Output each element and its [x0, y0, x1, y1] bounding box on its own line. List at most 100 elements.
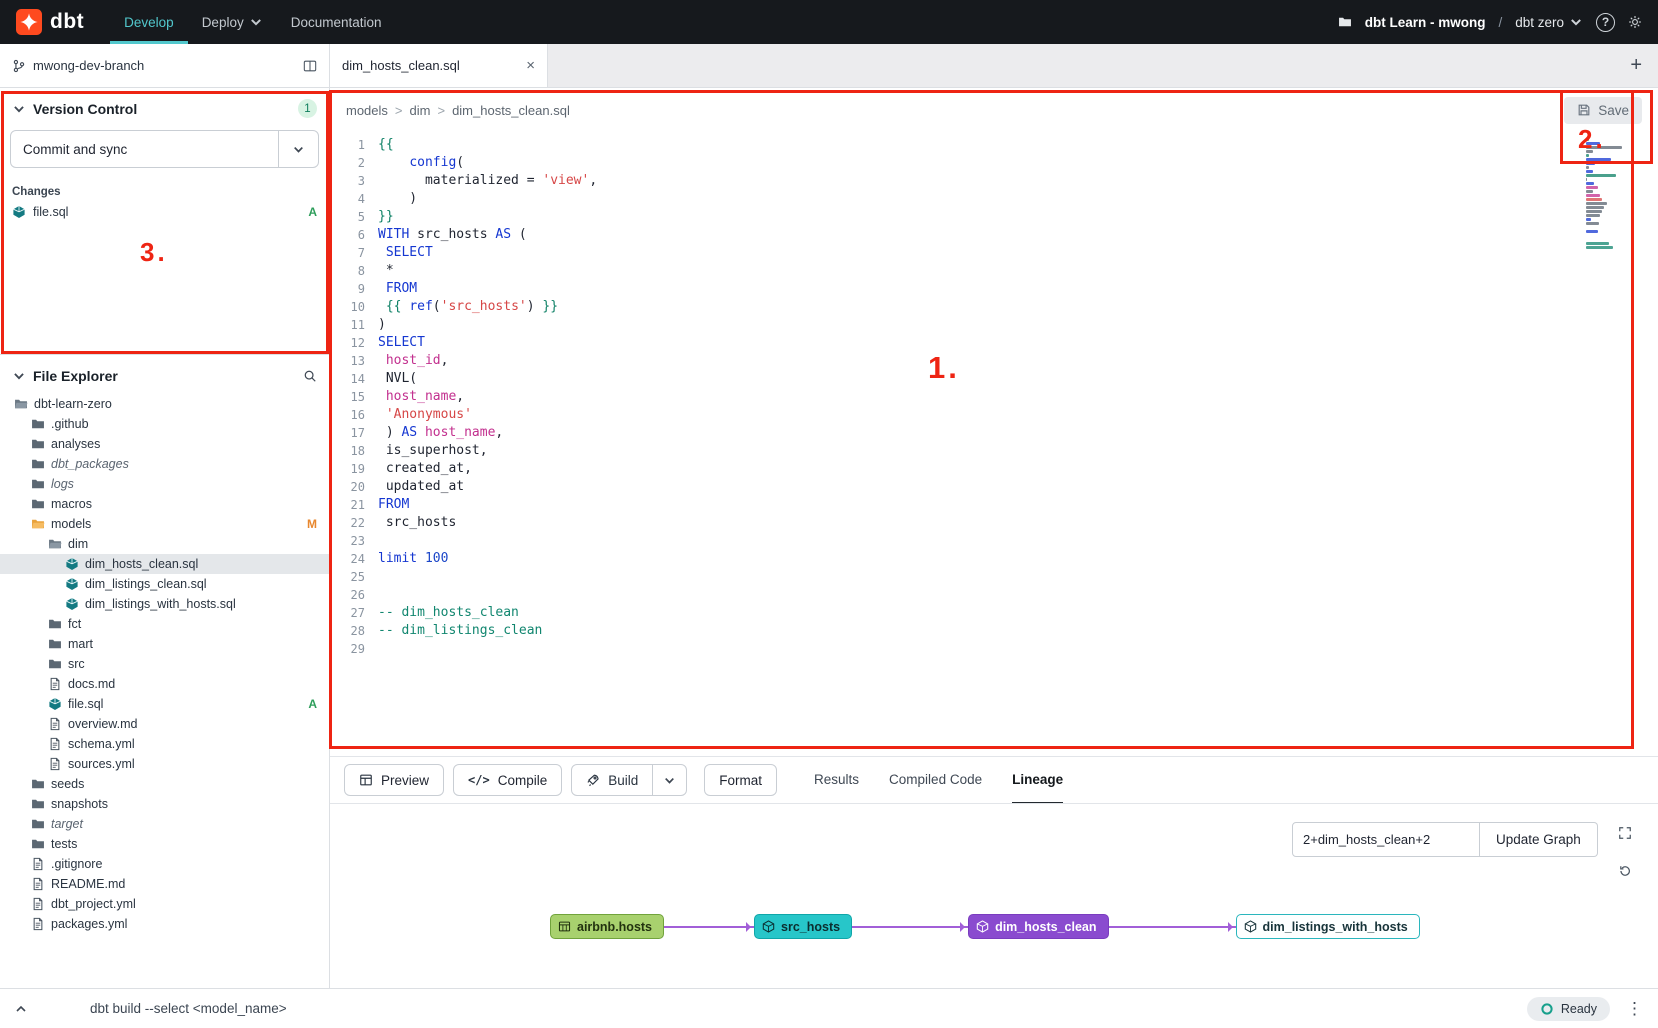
code-line[interactable] — [378, 640, 1658, 658]
preview-button[interactable]: Preview — [344, 764, 444, 796]
fullscreen-icon[interactable] — [1618, 826, 1632, 840]
file-explorer-item-src[interactable]: src — [0, 654, 329, 674]
help-icon[interactable]: ? — [1596, 13, 1615, 32]
file-explorer-item-logs[interactable]: logs — [0, 474, 329, 494]
file-explorer-item-target[interactable]: target — [0, 814, 329, 834]
kebab-menu-icon[interactable]: ⋮ — [1626, 999, 1644, 1019]
compile-button[interactable]: </> Compile — [453, 764, 562, 796]
file-explorer-item-mart[interactable]: mart — [0, 634, 329, 654]
code-line[interactable]: FROM — [378, 280, 1658, 298]
code-line[interactable] — [378, 568, 1658, 586]
code-line[interactable]: {{ — [378, 136, 1658, 154]
code-line[interactable]: SELECT — [378, 334, 1658, 352]
commit-and-sync-button[interactable]: Commit and sync — [10, 130, 319, 168]
lineage-selector-input[interactable]: 2+dim_hosts_clean+2 — [1292, 822, 1480, 857]
chevron-up-icon[interactable] — [14, 1002, 28, 1016]
file-explorer-item-models[interactable]: modelsM — [0, 514, 329, 534]
code-line[interactable]: SELECT — [378, 244, 1658, 262]
split-editor-icon[interactable] — [303, 59, 317, 73]
file-explorer-header[interactable]: File Explorer — [0, 355, 329, 390]
minimap[interactable] — [1586, 138, 1636, 253]
changed-file-row[interactable]: file.sql A — [0, 202, 329, 222]
nav-develop[interactable]: Develop — [110, 0, 188, 44]
file-explorer-item-tests[interactable]: tests — [0, 834, 329, 854]
code-content[interactable]: {{ config( materialized = 'view', )}}WIT… — [378, 136, 1658, 756]
code-line[interactable]: }} — [378, 208, 1658, 226]
format-button[interactable]: Format — [704, 764, 777, 796]
file-explorer-item-fct[interactable]: fct — [0, 614, 329, 634]
nav-documentation[interactable]: Documentation — [277, 0, 396, 44]
build-button[interactable]: Build — [572, 765, 652, 795]
file-explorer-item-dim[interactable]: dim — [0, 534, 329, 554]
tab-compiled-code[interactable]: Compiled Code — [889, 757, 982, 804]
file-explorer-item-snapshots[interactable]: snapshots — [0, 794, 329, 814]
code-line[interactable] — [378, 532, 1658, 550]
code-line[interactable]: ) — [378, 316, 1658, 334]
new-tab-icon[interactable]: + — [1614, 54, 1658, 77]
command-input[interactable]: dbt build --select <model_name> — [90, 1001, 287, 1016]
lineage-node-airbnb.hosts[interactable]: airbnb.hosts — [550, 914, 664, 939]
code-line[interactable]: 'Anonymous' — [378, 406, 1658, 424]
code-line[interactable]: ) AS host_name, — [378, 424, 1658, 442]
code-line[interactable]: FROM — [378, 496, 1658, 514]
code-line[interactable]: host_id, — [378, 352, 1658, 370]
lineage-node-dim_listings_with_hosts[interactable]: dim_listings_with_hosts — [1236, 914, 1420, 939]
file-explorer-item-.github[interactable]: .github — [0, 414, 329, 434]
file-explorer-item-dim_listings_clean.sql[interactable]: dim_listings_clean.sql — [0, 574, 329, 594]
account-name[interactable]: dbt Learn - mwong — [1365, 15, 1486, 30]
code-line[interactable]: -- dim_hosts_clean — [378, 604, 1658, 622]
code-line[interactable]: limit 100 — [378, 550, 1658, 568]
file-explorer-item-.gitignore[interactable]: .gitignore — [0, 854, 329, 874]
file-explorer-item-dim_hosts_clean.sql[interactable]: dim_hosts_clean.sql — [0, 554, 329, 574]
file-explorer-item-README.md[interactable]: README.md — [0, 874, 329, 894]
code-line[interactable]: updated_at — [378, 478, 1658, 496]
lineage-node-src_hosts[interactable]: src_hosts — [754, 914, 852, 939]
code-line[interactable]: -- dim_listings_clean — [378, 622, 1658, 640]
code-line[interactable]: created_at, — [378, 460, 1658, 478]
code-line[interactable]: is_superhost, — [378, 442, 1658, 460]
file-explorer-item-macros[interactable]: macros — [0, 494, 329, 514]
update-graph-button[interactable]: Update Graph — [1480, 822, 1598, 857]
file-explorer-item-sources.yml[interactable]: sources.yml — [0, 754, 329, 774]
breadcrumb-dim[interactable]: dim — [410, 103, 431, 118]
code-line[interactable]: materialized = 'view', — [378, 172, 1658, 190]
file-explorer-item-file.sql[interactable]: file.sqlA — [0, 694, 329, 714]
gear-icon[interactable] — [1628, 15, 1642, 29]
lineage-node-dim_hosts_clean[interactable]: dim_hosts_clean — [968, 914, 1108, 939]
file-explorer-item-docs.md[interactable]: docs.md — [0, 674, 329, 694]
code-line[interactable]: {{ ref('src_hosts') }} — [378, 298, 1658, 316]
code-line[interactable]: WITH src_hosts AS ( — [378, 226, 1658, 244]
file-explorer-item-dbt_packages[interactable]: dbt_packages — [0, 454, 329, 474]
file-explorer-item-overview.md[interactable]: overview.md — [0, 714, 329, 734]
file-explorer-item-schema.yml[interactable]: schema.yml — [0, 734, 329, 754]
project-selector[interactable]: dbt zero — [1515, 15, 1583, 30]
tab-lineage[interactable]: Lineage — [1012, 757, 1063, 804]
code-line[interactable]: src_hosts — [378, 514, 1658, 532]
file-explorer-item-dim_listings_with_hosts.sql[interactable]: dim_listings_with_hosts.sql — [0, 594, 329, 614]
version-control-header[interactable]: Version Control 1 — [0, 88, 329, 126]
code-line[interactable]: config( — [378, 154, 1658, 172]
code-line[interactable]: ) — [378, 190, 1658, 208]
save-button[interactable]: Save — [1564, 97, 1642, 124]
nav-deploy[interactable]: Deploy — [188, 0, 277, 44]
dbt-logo[interactable]: dbt — [16, 9, 84, 35]
file-explorer-item-packages.yml[interactable]: packages.yml — [0, 914, 329, 934]
branch-name[interactable]: mwong-dev-branch — [33, 58, 144, 73]
file-explorer-item-analyses[interactable]: analyses — [0, 434, 329, 454]
file-explorer-item-dbt_project.yml[interactable]: dbt_project.yml — [0, 894, 329, 914]
breadcrumb-models[interactable]: models — [346, 103, 388, 118]
search-icon[interactable] — [303, 369, 317, 383]
code-line[interactable]: host_name, — [378, 388, 1658, 406]
build-options-caret[interactable] — [652, 765, 686, 795]
commit-options-caret[interactable] — [278, 131, 318, 167]
reset-view-icon[interactable] — [1618, 864, 1632, 878]
close-tab-icon[interactable]: × — [526, 57, 535, 74]
code-line[interactable]: * — [378, 262, 1658, 280]
code-line[interactable] — [378, 586, 1658, 604]
tab-results[interactable]: Results — [814, 757, 859, 804]
tab-dim-hosts-clean[interactable]: dim_hosts_clean.sql × — [330, 44, 548, 87]
file-explorer-item-seeds[interactable]: seeds — [0, 774, 329, 794]
code-editor[interactable]: 1234567891011121314151617181920212223242… — [330, 132, 1658, 756]
breadcrumb-file[interactable]: dim_hosts_clean.sql — [452, 103, 570, 118]
file-explorer-item-dbt-learn-zero[interactable]: dbt-learn-zero — [0, 394, 329, 414]
